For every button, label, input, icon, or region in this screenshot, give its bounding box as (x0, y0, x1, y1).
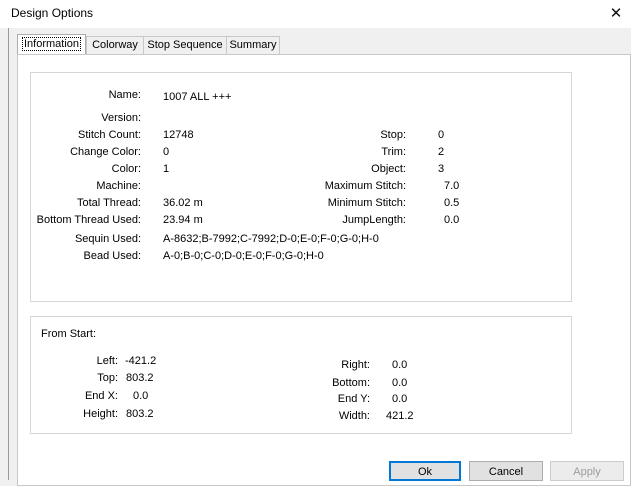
tab-page-information: Name: 1007 ALL +++ Version: Stitch Count… (17, 54, 631, 486)
from-start-heading: From Start: (41, 328, 97, 340)
name-label: Name: (108, 89, 141, 101)
title-bar: Design Options ✕ (0, 0, 631, 28)
from-start-group: From Start: Left: -421.2 Top: 803.2 End … (30, 316, 572, 434)
change-color-label: Change Color: (70, 146, 141, 158)
sequin-label: Sequin Used: (74, 233, 141, 245)
bottom-value: 0.0 (392, 377, 408, 389)
right-label: Right: (341, 359, 370, 371)
tab-summary[interactable]: Summary (226, 36, 280, 54)
machine-label: Machine: (96, 180, 141, 192)
min-stitch-label: Minimum Stitch: (327, 197, 406, 209)
bottom-thread-value: 23.94 m (163, 214, 203, 226)
window-title: Design Options (11, 6, 94, 20)
jump-length-label: JumpLength: (342, 214, 406, 226)
bottom-thread-label: Bottom Thread Used: (36, 214, 141, 226)
height-value: 803.2 (126, 408, 154, 420)
stitch-count-label: Stitch Count: (78, 129, 141, 141)
bead-label: Bead Used: (83, 250, 141, 262)
right-value: 0.0 (392, 359, 408, 371)
top-value: 803.2 (126, 372, 154, 384)
left-label: Left: (96, 355, 118, 367)
version-label: Version: (101, 112, 141, 124)
jump-length-value: 0.0 (444, 214, 460, 226)
min-stitch-value: 0.5 (444, 197, 460, 209)
change-color-value: 0 (163, 146, 170, 158)
end-y-label: End Y: (337, 393, 370, 405)
left-border (8, 28, 9, 480)
ok-button[interactable]: Ok (389, 461, 461, 481)
end-x-value: 0.0 (133, 390, 149, 402)
tab-stop-sequence[interactable]: Stop Sequence (143, 36, 227, 54)
object-label: Object: (371, 163, 406, 175)
max-stitch-value: 7.0 (444, 180, 460, 192)
width-label: Width: (338, 410, 370, 422)
end-x-label: End X: (84, 390, 118, 402)
trim-label: Trim: (381, 146, 406, 158)
stop-label: Stop: (380, 129, 406, 141)
info-group: Name: 1007 ALL +++ Version: Stitch Count… (30, 72, 572, 302)
total-thread-label: Total Thread: (76, 197, 141, 209)
cancel-button[interactable]: Cancel (469, 461, 543, 481)
color-value: 1 (163, 163, 170, 175)
top-label: Top: (97, 372, 118, 384)
color-label: Color: (111, 163, 141, 175)
stitch-count-value: 12748 (163, 129, 194, 141)
height-label: Height: (83, 408, 118, 420)
stop-value: 0 (438, 129, 445, 141)
design-options-dialog: Design Options ✕ Information Colorway St… (0, 0, 631, 486)
trim-value: 2 (438, 146, 445, 158)
tab-colorway[interactable]: Colorway (86, 36, 144, 54)
width-value: 421.2 (386, 410, 414, 422)
close-icon[interactable]: ✕ (601, 0, 631, 28)
name-value: 1007 ALL +++ (163, 91, 232, 103)
end-y-value: 0.0 (392, 393, 408, 405)
bead-value: A-0;B-0;C-0;D-0;E-0;F-0;G-0;H-0 (163, 250, 324, 262)
tab-information[interactable]: Information (17, 34, 86, 54)
left-value: -421.2 (125, 355, 157, 367)
sequin-value: A-8632;B-7992;C-7992;D-0;E-0;F-0;G-0;H-0 (163, 233, 379, 245)
bottom-label: Bottom: (332, 377, 370, 389)
object-value: 3 (438, 163, 445, 175)
total-thread-value: 36.02 m (163, 197, 203, 209)
max-stitch-label: Maximum Stitch: (324, 180, 406, 192)
apply-button[interactable]: Apply (550, 461, 624, 481)
